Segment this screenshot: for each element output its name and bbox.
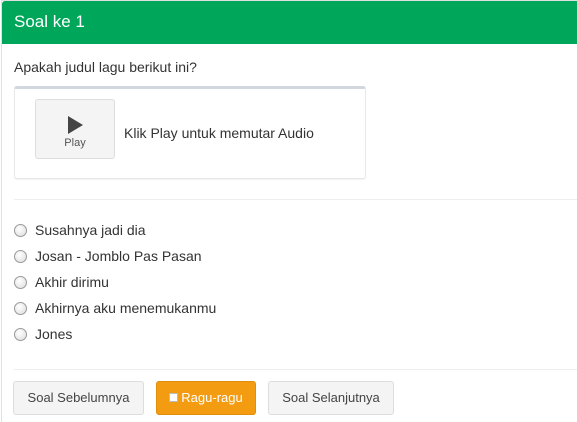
- radio-button[interactable]: [14, 224, 27, 237]
- checkbox-icon: [169, 393, 179, 403]
- answer-label: Josan - Jomblo Pas Pasan: [35, 248, 202, 264]
- play-button[interactable]: Play: [35, 99, 115, 159]
- next-question-button[interactable]: Soal Selanjutnya: [268, 381, 394, 415]
- doubt-label: Ragu-ragu: [181, 390, 243, 405]
- next-question-label: Soal Selanjutnya: [282, 390, 380, 405]
- answer-option-c[interactable]: Akhir dirimu: [14, 274, 334, 294]
- answer-label: Jones: [35, 326, 73, 342]
- answer-label: Akhirnya aku menemukanmu: [35, 300, 217, 316]
- answer-option-a[interactable]: Susahnya jadi dia: [14, 222, 334, 242]
- audio-hint: Klik Play untuk memutar Audio: [124, 125, 314, 141]
- answer-option-d[interactable]: Akhirnya aku menemukanmu: [14, 300, 334, 320]
- play-icon: [68, 116, 83, 134]
- divider: [14, 199, 577, 200]
- radio-button[interactable]: [14, 328, 27, 341]
- divider: [14, 369, 577, 370]
- answer-label: Akhir dirimu: [35, 274, 109, 290]
- panel-title: Soal ke 1: [14, 12, 85, 31]
- question-panel: Soal ke 1 Apakah judul lagu berikut ini?…: [1, 0, 577, 422]
- radio-button[interactable]: [14, 250, 27, 263]
- answer-option-b[interactable]: Josan - Jomblo Pas Pasan: [14, 248, 334, 268]
- audio-player-box: Play Klik Play untuk memutar Audio: [14, 86, 366, 179]
- previous-question-button[interactable]: Soal Sebelumnya: [13, 381, 144, 415]
- question-text: Apakah judul lagu berikut ini?: [14, 59, 197, 75]
- panel-header: Soal ke 1: [2, 1, 577, 44]
- previous-question-label: Soal Sebelumnya: [27, 390, 130, 405]
- play-button-label: Play: [64, 137, 86, 149]
- radio-button[interactable]: [14, 276, 27, 289]
- answer-label: Susahnya jadi dia: [35, 222, 146, 238]
- answer-option-e[interactable]: Jones: [14, 326, 334, 346]
- radio-button[interactable]: [14, 302, 27, 315]
- doubt-button[interactable]: Ragu-ragu: [156, 381, 256, 415]
